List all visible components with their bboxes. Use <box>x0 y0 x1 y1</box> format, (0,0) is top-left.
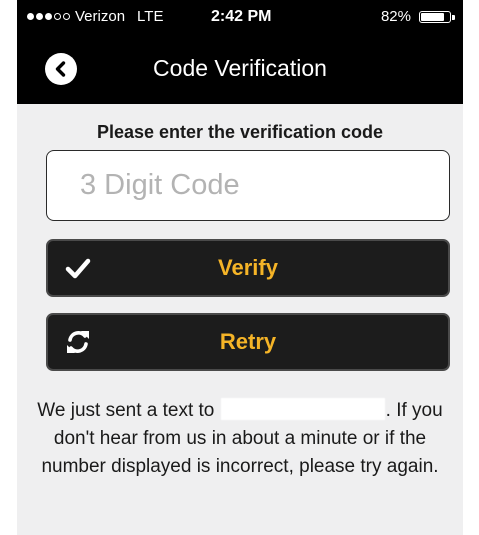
verification-code-input[interactable] <box>46 150 450 221</box>
verify-button-label: Verify <box>218 255 278 280</box>
battery-percent: 82% <box>380 8 411 25</box>
battery-nub <box>452 15 455 20</box>
phone-screen: Verizon LTE 2:42 PM 82% Code Verificatio… <box>0 0 479 535</box>
verification-prompt: Please enter the verification code <box>96 122 384 142</box>
signal-dot <box>45 13 52 20</box>
signal-dot <box>27 13 34 20</box>
verification-form: Please enter the verification code Verif… <box>17 104 463 535</box>
navigation-bar: Code Verification <box>17 33 463 104</box>
network-type: LTE <box>137 8 164 25</box>
signal-dot <box>63 13 70 20</box>
battery-fill <box>421 13 444 21</box>
status-time: 2:42 PM <box>211 7 272 25</box>
retry-button[interactable]: Retry <box>46 313 450 371</box>
signal-strength-icon <box>27 13 70 20</box>
battery-icon <box>419 11 455 23</box>
sms-sent-message: We just sent a text to . If you don't he… <box>33 397 447 481</box>
verify-button[interactable]: Verify <box>46 239 450 297</box>
status-bar: Verizon LTE 2:42 PM 82% <box>17 0 463 33</box>
signal-dot <box>54 13 61 20</box>
redacted-phone-number <box>220 398 385 420</box>
page-title: Code Verification <box>153 55 327 81</box>
retry-button-label: Retry <box>219 329 277 354</box>
carrier-name: Verizon <box>75 8 126 25</box>
signal-dot <box>36 13 43 20</box>
message-prefix: We just sent a text to <box>37 400 215 421</box>
